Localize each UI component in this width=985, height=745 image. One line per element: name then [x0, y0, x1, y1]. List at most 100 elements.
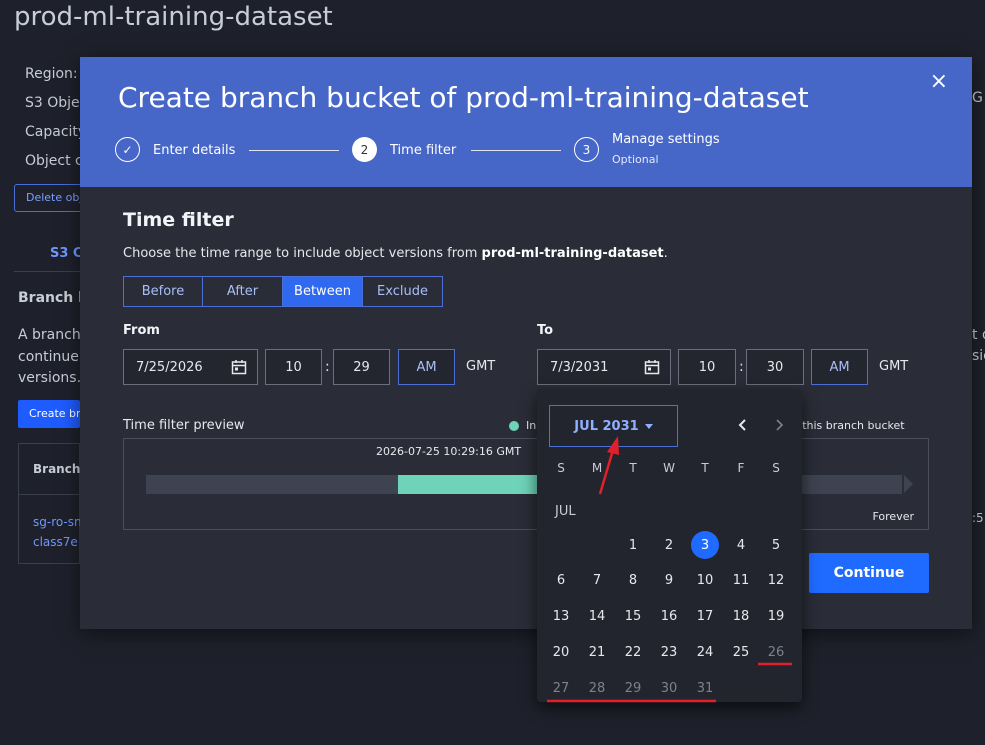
table-cell-link[interactable]: class7e [33, 532, 82, 552]
calendar-day[interactable]: 8 [619, 566, 647, 594]
create-branch-button[interactable]: Create br [18, 400, 80, 428]
right-edge-text: :5 [972, 511, 984, 525]
legend-included-dot [509, 421, 519, 431]
calendar-day[interactable]: 14 [583, 602, 611, 630]
from-timezone: GMT [466, 359, 496, 374]
description-end: . [663, 246, 668, 261]
tab-divider [14, 271, 80, 272]
weekday-header: T [701, 461, 709, 475]
calendar-day[interactable]: 13 [547, 602, 575, 630]
step-2-label: Time filter [390, 143, 457, 158]
continue-button[interactable]: Continue [809, 553, 929, 593]
calendar-icon[interactable] [231, 359, 247, 375]
from-minute-input[interactable]: 29 [333, 349, 390, 385]
calendar-day[interactable]: 24 [691, 638, 719, 666]
preview-start-timestamp: 2026-07-25 10:29:16 GMT [376, 445, 522, 458]
segment-after[interactable]: After [203, 277, 283, 306]
info-region: Region: [25, 66, 78, 82]
calendar-day[interactable]: 23 [655, 638, 683, 666]
section-title: Time filter [123, 209, 234, 231]
table-row[interactable]: sg-ro-sn class7e [33, 512, 82, 552]
calendar-day: 28 [588, 680, 606, 696]
to-ampm-toggle[interactable]: AM [811, 349, 868, 385]
table-divider [19, 494, 79, 495]
time-filter-preview: 2026-07-25 10:29:16 GMT Forever [123, 438, 929, 530]
timeline-arrow-icon [904, 475, 913, 493]
previous-month-icon[interactable] [735, 417, 751, 433]
branch-table: Branch b sg-ro-sn class7e [18, 443, 93, 564]
step-connector [471, 150, 561, 151]
step-1-complete-icon: ✓ [115, 137, 140, 162]
calendar-day[interactable]: 11 [727, 566, 755, 594]
info-s3-objects: S3 Objec [25, 95, 88, 111]
calendar-day[interactable]: 20 [547, 638, 575, 666]
calendar-day: 26 [767, 644, 785, 660]
table-cell-link[interactable]: sg-ro-sn [33, 512, 82, 532]
calendar-day: 27 [552, 680, 570, 696]
weekday-header: W [663, 461, 675, 475]
segment-between[interactable]: Between [283, 277, 363, 306]
create-branch-modal: Create branch bucket of prod-ml-training… [80, 57, 972, 629]
calendar-day[interactable]: 25 [727, 638, 755, 666]
segment-exclude[interactable]: Exclude [363, 277, 442, 306]
step-connector [249, 150, 339, 151]
calendar-day[interactable]: 5 [762, 531, 790, 559]
to-date-input[interactable]: 7/3/2031 [537, 349, 671, 385]
calendar-day[interactable]: 15 [619, 602, 647, 630]
to-minute-input[interactable]: 30 [746, 349, 804, 385]
from-date-input[interactable]: 7/25/2026 [123, 349, 258, 385]
weekday-header: F [737, 461, 745, 475]
calendar-day: 29 [624, 680, 642, 696]
from-label: From [123, 323, 160, 338]
calendar-day[interactable]: 16 [655, 602, 683, 630]
calendar-day[interactable]: 6 [547, 566, 575, 594]
weekday-header: S [557, 461, 565, 475]
calendar-day[interactable]: 1 [619, 531, 647, 559]
close-icon[interactable]: × [930, 69, 948, 94]
branch-buckets-heading: Branch b [18, 290, 89, 306]
weekday-header: M [591, 461, 603, 475]
preview-label: Time filter preview [123, 418, 245, 433]
from-ampm-toggle[interactable]: AM [398, 349, 455, 385]
calendar-day[interactable]: 9 [655, 566, 683, 594]
info-capacity: Capacity [25, 124, 87, 140]
month-year-dropdown[interactable]: JUL 2031 [549, 405, 678, 447]
info-object-count: Object c [25, 153, 83, 169]
month-year-label: JUL 2031 [574, 418, 639, 434]
calendar-month-label: JUL [555, 504, 576, 519]
from-hour-input[interactable]: 10 [265, 349, 322, 385]
next-month-icon[interactable] [771, 417, 787, 433]
calendar-day[interactable]: 18 [727, 602, 755, 630]
weekday-header: S [772, 461, 780, 475]
calendar-day[interactable]: 17 [691, 602, 719, 630]
calendar-day[interactable]: 22 [619, 638, 647, 666]
description-line: continue [18, 348, 79, 365]
calendar-day[interactable]: 19 [762, 602, 790, 630]
calendar-icon[interactable] [644, 359, 660, 375]
calendar-day[interactable]: 2 [655, 531, 683, 559]
calendar-day-selected[interactable]: 3 [691, 531, 719, 559]
step-3-label: Manage settings [612, 132, 720, 147]
time-separator: : [739, 359, 744, 375]
date-picker-popup: JUL 2031 SMTWTFS JUL 1 2 3 4 5 6 7 8 9 10 11 12 13 14… [537, 389, 802, 702]
right-edge-text: t d [972, 327, 985, 343]
page-title: prod-ml-training-dataset [14, 2, 333, 32]
step-1-label: Enter details [153, 143, 236, 158]
to-date-value: 7/3/2031 [550, 359, 609, 375]
calendar-day[interactable]: 7 [583, 566, 611, 594]
right-edge-text: sic [972, 348, 985, 364]
calendar-day[interactable]: 21 [583, 638, 611, 666]
branch-description: A branch continue versions. [18, 325, 81, 390]
modal-title: Create branch bucket of prod-ml-training… [118, 81, 809, 114]
to-label: To [537, 323, 554, 338]
bucket-info: Region: S3 Objec Capacity Object c [25, 60, 87, 176]
from-date-value: 7/25/2026 [136, 359, 203, 375]
section-description: Choose the time range to include object … [123, 246, 668, 261]
calendar-day[interactable]: 12 [762, 566, 790, 594]
calendar-day[interactable]: 10 [691, 566, 719, 594]
to-hour-input[interactable]: 10 [678, 349, 736, 385]
calendar-day: 31 [696, 680, 714, 696]
segment-before[interactable]: Before [124, 277, 203, 306]
calendar-day[interactable]: 4 [727, 531, 755, 559]
description-line: versions. [18, 370, 82, 386]
